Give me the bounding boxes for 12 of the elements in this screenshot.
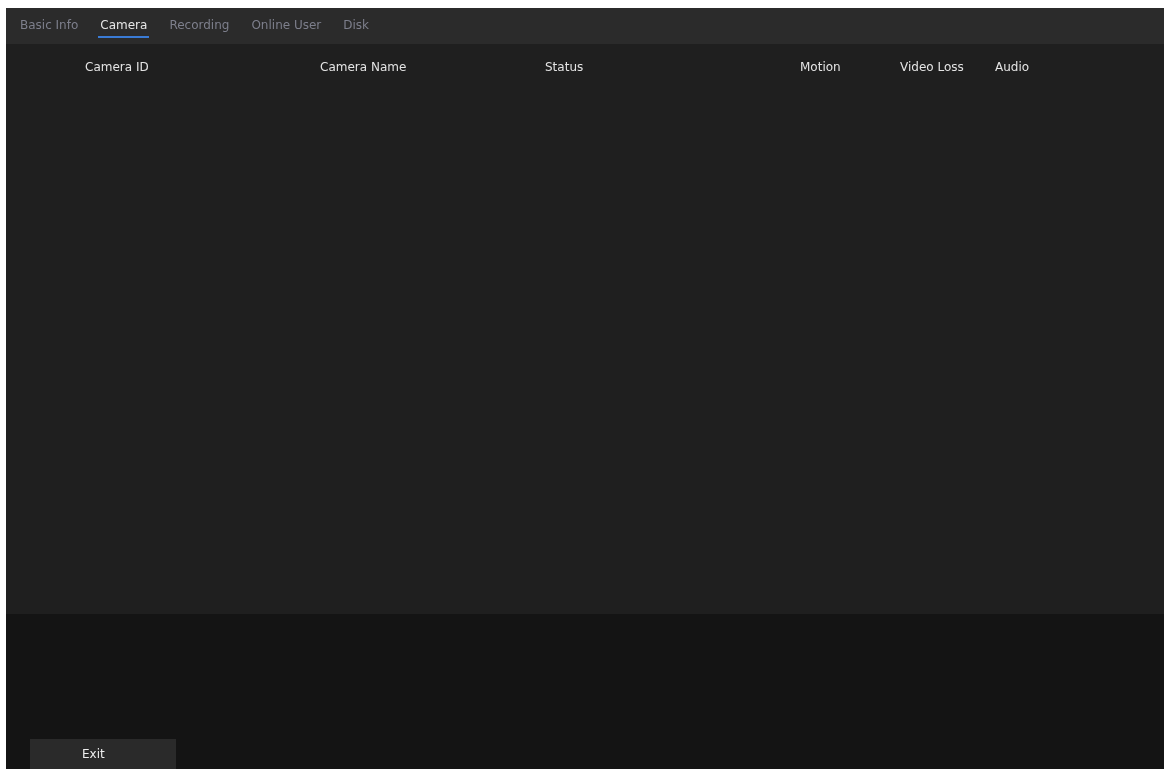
column-header: Audio bbox=[995, 60, 1031, 74]
tab[interactable]: Recording bbox=[167, 14, 232, 38]
exit-button[interactable]: Exit bbox=[30, 739, 176, 769]
column-header: Video Loss bbox=[900, 60, 965, 74]
column-header: Camera Name bbox=[320, 60, 408, 74]
column-header: Motion bbox=[800, 60, 842, 74]
tab[interactable]: Camera bbox=[98, 14, 150, 38]
column-header: Status bbox=[545, 60, 585, 74]
column-header: Camera ID bbox=[85, 60, 150, 74]
tab[interactable]: Basic Info bbox=[18, 14, 81, 38]
tab[interactable]: Online User bbox=[249, 14, 324, 38]
tab[interactable]: Disk bbox=[341, 14, 372, 38]
